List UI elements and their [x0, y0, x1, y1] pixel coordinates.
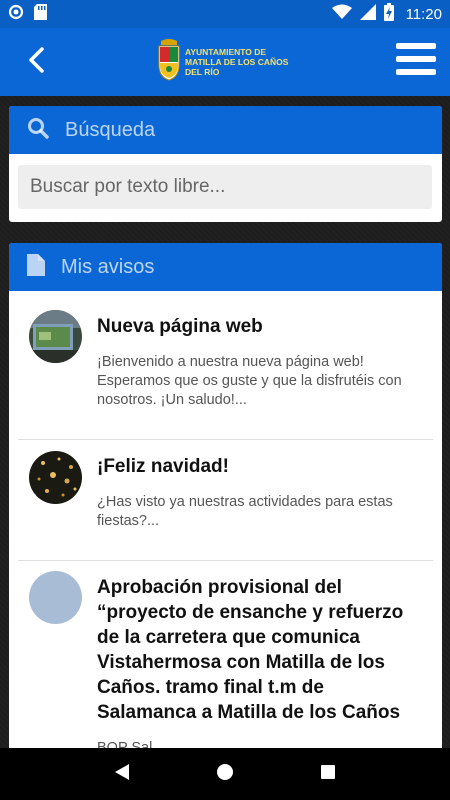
- system-nav-bar: [0, 748, 450, 800]
- status-bar: 11:20: [0, 0, 450, 28]
- notice-title: Nueva página web: [97, 316, 263, 337]
- circle-home-icon: [216, 763, 234, 786]
- notice-thumbnail: [29, 310, 82, 363]
- notice-excerpt: ¡Bienvenido a nuestra nueva página web! …: [97, 354, 402, 408]
- avisos-card-header: Mis avisos: [9, 243, 442, 291]
- notice-item[interactable]: Nueva página web ¡Bienvenido a nuestra n…: [18, 291, 433, 440]
- search-card-header: Búsqueda: [9, 106, 442, 154]
- notice-title: ¡Feliz navidad!: [97, 456, 229, 477]
- battery-charging-icon: [383, 2, 394, 26]
- square-recents-icon: [320, 764, 336, 785]
- triangle-back-icon: [114, 763, 130, 786]
- avisos-card: Mis avisos Nueva página web ¡Bienvenido …: [9, 243, 442, 748]
- notice-item[interactable]: ¡Feliz navidad! ¿Has visto ya nuestras a…: [18, 440, 433, 561]
- app-bar: Ayuntamiento de Matilla de los Caños del…: [0, 28, 450, 96]
- sd-card-icon: [34, 3, 47, 25]
- search-body: [9, 154, 442, 220]
- chevron-left-icon: [26, 46, 46, 79]
- logo-line: del Río: [185, 67, 220, 77]
- nav-home-button[interactable]: [210, 759, 240, 789]
- notice-thumbnail: [29, 451, 82, 504]
- search-icon: [27, 117, 49, 144]
- nav-recents-button[interactable]: [313, 759, 343, 789]
- hamburger-menu-icon: [396, 42, 436, 75]
- signal-icon: [359, 3, 376, 25]
- document-icon: [27, 253, 45, 281]
- nav-back-button[interactable]: [107, 759, 137, 789]
- main-content[interactable]: Búsqueda Mis avisos Nu: [0, 96, 450, 748]
- menu-button[interactable]: [396, 42, 436, 78]
- avisos-card-title: Mis avisos: [61, 255, 155, 278]
- coat-of-arms-icon: [157, 38, 181, 86]
- notice-excerpt: BOP Sal...: [97, 740, 165, 748]
- back-button[interactable]: [18, 44, 54, 80]
- search-card: Búsqueda: [9, 106, 442, 222]
- notice-thumbnail-placeholder: [29, 571, 82, 624]
- wifi-icon: [331, 4, 352, 25]
- sync-icon: [8, 4, 24, 25]
- notice-title: Aprobación provisional del “proyecto de …: [97, 577, 404, 723]
- logo-line: Ayuntamiento de: [185, 47, 267, 57]
- search-card-title: Búsqueda: [65, 118, 156, 141]
- logo-line: Matilla de los Caños: [185, 57, 289, 67]
- search-input[interactable]: [18, 165, 432, 209]
- status-time: 11:20: [405, 5, 442, 23]
- town-logo: Ayuntamiento de Matilla de los Caños del…: [157, 38, 288, 86]
- logo-text: Ayuntamiento de Matilla de los Caños del…: [185, 47, 288, 77]
- notice-excerpt: ¿Has visto ya nuestras actividades para …: [97, 494, 393, 529]
- notice-item[interactable]: Aprobación provisional del “proyecto de …: [18, 561, 433, 748]
